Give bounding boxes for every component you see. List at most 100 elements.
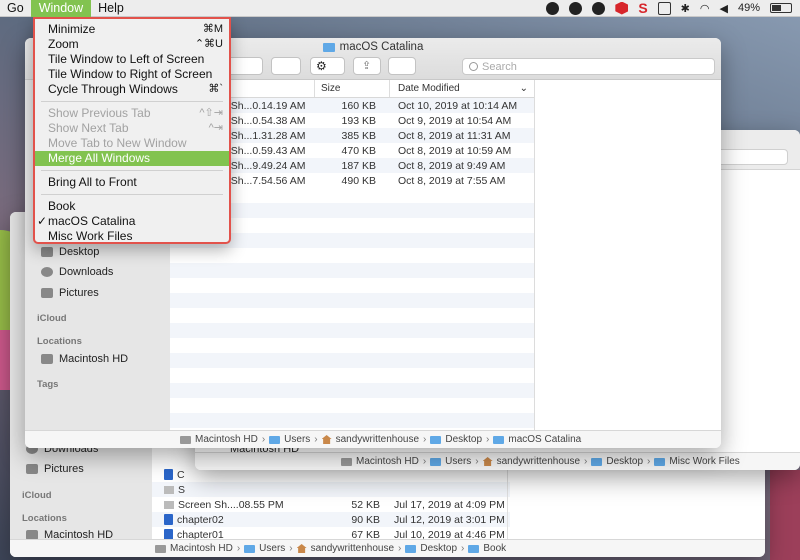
disk-icon bbox=[41, 354, 53, 364]
menu-help[interactable]: Help bbox=[91, 0, 131, 17]
menu-item-macos-catalina[interactable]: ✓ macOS Catalina bbox=[35, 214, 229, 229]
shield-icon[interactable] bbox=[615, 1, 629, 15]
folder-icon bbox=[244, 544, 256, 553]
path-item[interactable]: Misc Work Files bbox=[669, 456, 739, 467]
checkmark-icon: ✓ bbox=[37, 214, 48, 228]
menu-separator bbox=[41, 101, 223, 102]
folder-icon bbox=[430, 435, 442, 444]
gear-icon: ⚙ bbox=[316, 59, 327, 73]
path-item[interactable]: macOS Catalina bbox=[508, 434, 581, 445]
search-icon bbox=[469, 62, 478, 71]
search-input[interactable]: Search bbox=[462, 58, 715, 75]
menu-item-misc-work-files[interactable]: Misc Work Files bbox=[35, 229, 229, 244]
home-icon bbox=[296, 544, 307, 553]
file-list: C S Screen Sh....08.55 PM 52 KB Jul 17, 20… bbox=[152, 467, 510, 542]
s-app-icon[interactable]: S bbox=[638, 0, 647, 16]
camera-icon bbox=[41, 288, 53, 298]
column-header-size[interactable]: Size bbox=[315, 80, 390, 97]
disk-icon bbox=[180, 435, 191, 444]
word-document-icon bbox=[164, 514, 173, 525]
sidebar-heading-icloud: iCloud bbox=[22, 490, 52, 501]
sidebar-heading-tags: Tags bbox=[37, 379, 59, 390]
path-item[interactable]: Macintosh HD bbox=[356, 456, 419, 467]
battery-icon[interactable] bbox=[770, 3, 792, 13]
path-item[interactable]: sandywrittenhouse bbox=[497, 456, 580, 467]
sidebar-item-macintosh-hd[interactable]: Macintosh HD bbox=[41, 353, 128, 365]
path-item[interactable]: Macintosh HD bbox=[170, 543, 233, 554]
menu-item-show-previous-tab: Show Previous Tab ^⇧⇥ bbox=[48, 106, 223, 120]
path-item[interactable]: Users bbox=[445, 456, 471, 467]
folder-icon bbox=[591, 457, 603, 466]
share-icon: ⇪ bbox=[362, 60, 372, 72]
home-icon bbox=[482, 457, 493, 466]
disk-icon bbox=[155, 544, 166, 553]
sidebar-item-pictures[interactable]: Pictures bbox=[41, 287, 99, 299]
home-icon bbox=[321, 435, 332, 444]
menu-item-book[interactable]: Book bbox=[35, 199, 229, 214]
status-area: S ✱ ◠ ◀ 49% bbox=[546, 0, 800, 16]
path-item[interactable]: Users bbox=[284, 434, 310, 445]
telegram-icon[interactable] bbox=[569, 1, 583, 15]
folder-icon bbox=[405, 544, 417, 553]
path-item[interactable]: sandywrittenhouse bbox=[336, 434, 419, 445]
table-row[interactable]: Screen Sh....08.55 PM 52 KB Jul 17, 2019 a… bbox=[152, 497, 510, 512]
path-item[interactable]: Users bbox=[259, 543, 285, 554]
menu-item-tile-left[interactable]: Tile Window to Left of Screen bbox=[35, 52, 229, 67]
menu-item-merge-all-windows[interactable]: Merge All Windows bbox=[35, 151, 229, 166]
camera-icon bbox=[26, 464, 38, 474]
sidebar-heading-locations: Locations bbox=[22, 513, 67, 524]
group-button[interactable] bbox=[271, 57, 301, 75]
menu-separator bbox=[41, 170, 223, 171]
menu-item-tile-right[interactable]: Tile Window to Right of Screen bbox=[35, 67, 229, 82]
path-bar: Macintosh HD › Users › sandywrittenhouse › … bbox=[195, 452, 800, 470]
menu-item-bring-all-to-front[interactable]: Bring All to Front bbox=[35, 175, 229, 190]
volume-icon[interactable]: ◀ bbox=[720, 2, 728, 15]
airplay-icon[interactable] bbox=[657, 1, 671, 15]
share-button[interactable]: ⇪ bbox=[353, 57, 381, 75]
path-item[interactable]: Desktop bbox=[445, 434, 482, 445]
folder-icon bbox=[430, 457, 442, 466]
path-item[interactable]: Desktop bbox=[420, 543, 457, 554]
path-item[interactable]: sandywrittenhouse bbox=[311, 543, 394, 554]
battery-percent[interactable]: 49% bbox=[738, 2, 760, 14]
window-menu-dropdown: Minimize ⌘M Zoom ⌃⌘U Tile Window to Left o… bbox=[33, 17, 231, 244]
sidebar-heading-icloud: iCloud bbox=[37, 313, 67, 324]
table-row[interactable]: chapter02 90 KB Jul 12, 2019 at 3:01 PM bbox=[152, 512, 510, 527]
sidebar-item-desktop[interactable]: Desktop bbox=[41, 246, 99, 258]
path-item[interactable]: Macintosh HD bbox=[195, 434, 258, 445]
image-icon bbox=[164, 485, 174, 494]
menu-item-move-tab: Move Tab to New Window bbox=[48, 136, 187, 150]
disk-icon bbox=[341, 457, 352, 466]
download-icon[interactable] bbox=[592, 1, 606, 15]
bluetooth-icon[interactable]: ✱ bbox=[681, 2, 690, 15]
menu-item-show-next-tab: Show Next Tab ^⇥ bbox=[48, 121, 223, 135]
document-icon bbox=[164, 469, 173, 480]
folder-icon bbox=[269, 435, 281, 444]
path-item[interactable]: Desktop bbox=[606, 456, 643, 467]
column-header-date[interactable]: Date Modified ⌄ bbox=[390, 80, 534, 98]
action-gear-button[interactable]: ⚙ bbox=[310, 57, 345, 75]
path-bar: Macintosh HD › Users › sandywrittenhouse › … bbox=[10, 539, 765, 557]
table-row[interactable]: S bbox=[152, 482, 510, 497]
menu-bar: Go Window Help S ✱ ◠ ◀ 49% bbox=[0, 0, 800, 17]
tags-button[interactable] bbox=[388, 57, 416, 75]
menu-item-minimize[interactable]: Minimize ⌘M bbox=[35, 22, 229, 37]
image-icon bbox=[164, 500, 174, 509]
menu-item-zoom[interactable]: Zoom ⌃⌘U bbox=[35, 37, 229, 52]
folder-icon bbox=[654, 457, 666, 466]
menu-go[interactable]: Go bbox=[0, 0, 31, 17]
desktop-icon bbox=[41, 247, 53, 257]
wallpaper-shape bbox=[770, 470, 800, 560]
folder-icon bbox=[493, 435, 505, 444]
sidebar-item-pictures[interactable]: Pictures bbox=[26, 463, 84, 475]
wifi-icon[interactable]: ◠ bbox=[700, 2, 710, 15]
folder-icon bbox=[468, 544, 480, 553]
menu-item-cycle-windows[interactable]: Cycle Through Windows ⌘` bbox=[35, 82, 229, 97]
preview-pane bbox=[534, 80, 721, 430]
menu-separator bbox=[41, 194, 223, 195]
sidebar-item-downloads[interactable]: Downloads bbox=[41, 266, 113, 278]
chevron-down-icon: ⌄ bbox=[519, 82, 528, 94]
path-item[interactable]: Book bbox=[483, 543, 506, 554]
menu-window[interactable]: Window bbox=[30, 0, 92, 17]
status-app-icon[interactable] bbox=[546, 1, 560, 15]
